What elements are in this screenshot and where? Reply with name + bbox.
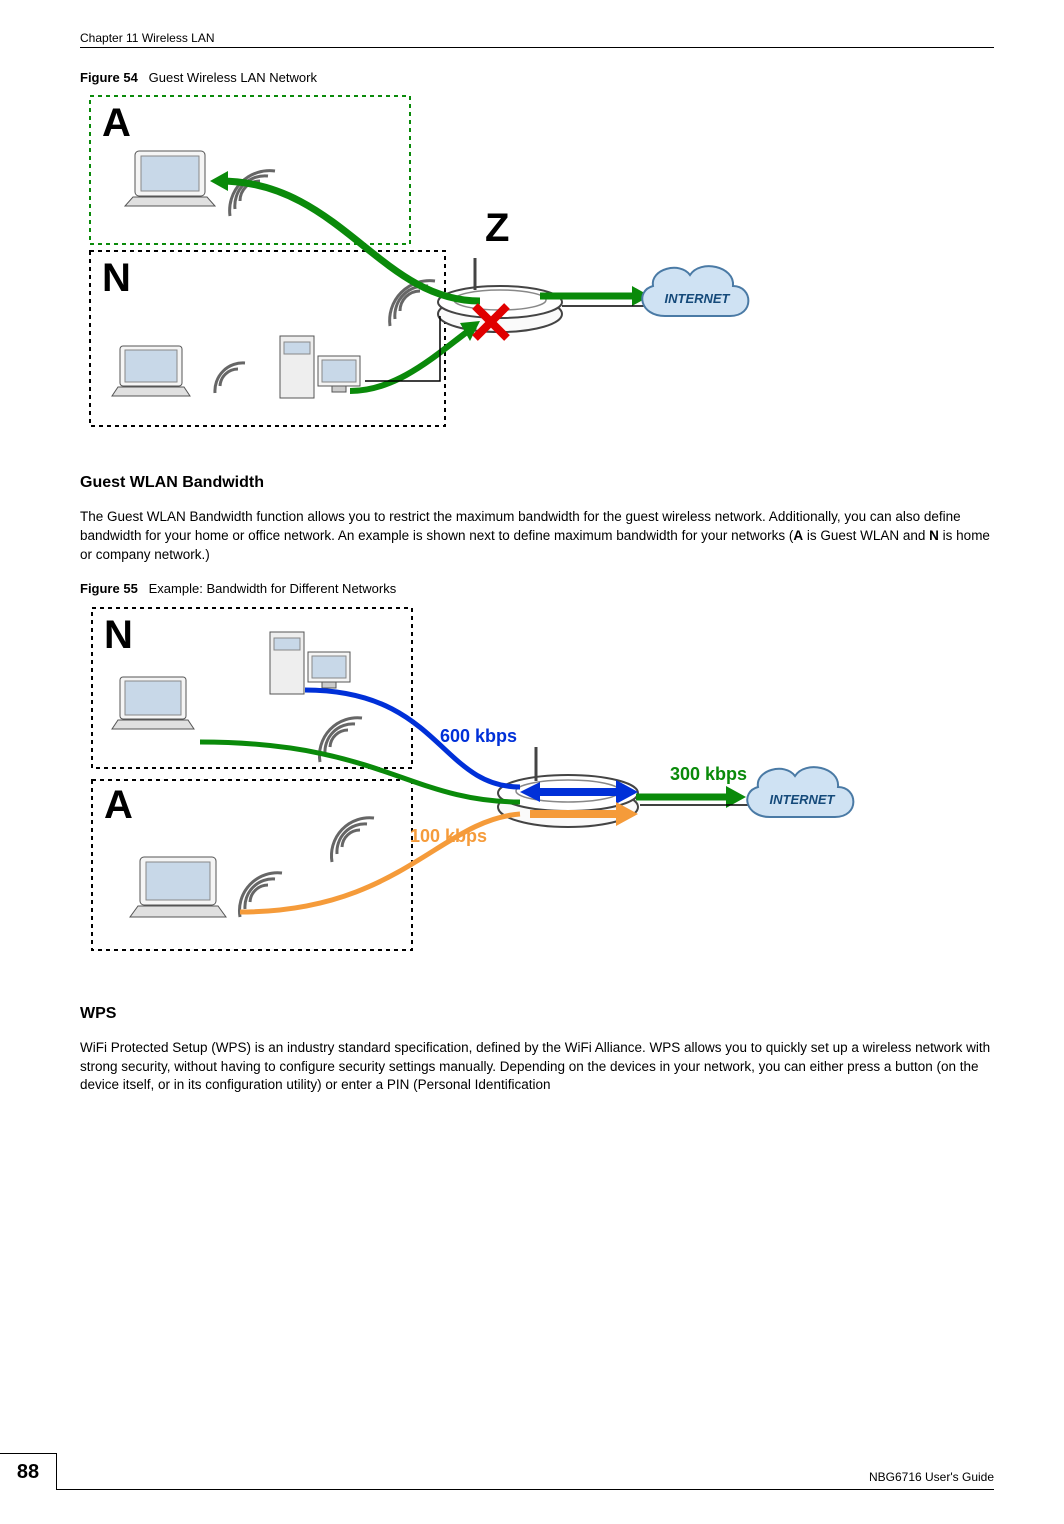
figure-54-svg: A N Z [80, 91, 800, 441]
laptop-icon [125, 151, 215, 206]
desktop-icon [270, 632, 350, 694]
text-span: is Guest WLAN and [803, 528, 929, 543]
document-page: Chapter 11 Wireless LAN Figure 54 Guest … [0, 0, 1064, 1510]
heading-guest-wlan-bandwidth: Guest WLAN Bandwidth [80, 474, 994, 492]
figure-55-svg: N A [80, 602, 940, 972]
paragraph-guest-bw: The Guest WLAN Bandwidth function allows… [80, 508, 994, 565]
figure-54-number: Figure 54 [80, 70, 138, 85]
figure-55: N A [80, 602, 994, 975]
paragraph-wps: WiFi Protected Setup (WPS) is an industr… [80, 1039, 994, 1096]
figure-54-caption: Figure 54 Guest Wireless LAN Network [80, 70, 994, 85]
label-600kbps: 600 kbps [440, 726, 517, 746]
page-footer: 88 NBG6716 User's Guide [0, 1489, 1064, 1490]
wifi-icon [230, 171, 275, 216]
box-n [90, 251, 445, 426]
figure-55-title: Example: Bandwidth for Different Network… [149, 581, 397, 596]
label-z: Z [485, 206, 509, 250]
wifi-icon [215, 363, 245, 393]
arrow-a-to-router [220, 181, 480, 301]
page-number: 88 [0, 1453, 57, 1490]
wifi-icon [331, 817, 374, 861]
figure-55-number: Figure 55 [80, 581, 138, 596]
heading-wps: WPS [80, 1005, 994, 1023]
label-100kbps: 100 kbps [410, 826, 487, 846]
figure-54: A N Z [80, 91, 994, 444]
label-300kbps: 300 kbps [670, 764, 747, 784]
internet-cloud-icon: INTERNET [642, 266, 748, 316]
bold-a: A [793, 528, 803, 543]
header-rule: Chapter 11 Wireless LAN [80, 30, 994, 48]
label-n: N [104, 613, 133, 657]
label-a: A [102, 101, 131, 145]
laptop-icon [130, 857, 226, 917]
laptop-icon [112, 346, 190, 396]
internet-label: INTERNET [770, 792, 836, 807]
internet-cloud-icon: INTERNET [747, 767, 853, 817]
internet-label: INTERNET [665, 291, 731, 306]
bold-n: N [929, 528, 939, 543]
chapter-header: Chapter 11 Wireless LAN [80, 31, 215, 45]
figure-54-title: Guest Wireless LAN Network [149, 70, 317, 85]
label-n: N [102, 256, 131, 300]
laptop-icon [112, 677, 194, 729]
footer-rule [0, 1489, 994, 1490]
desktop-icon [280, 336, 360, 398]
figure-55-caption: Figure 55 Example: Bandwidth for Differe… [80, 581, 994, 596]
ethernet-line [365, 316, 440, 381]
footer-guide: NBG6716 User's Guide [869, 1470, 994, 1484]
arrowhead-left [210, 171, 228, 191]
label-a: A [104, 783, 133, 827]
